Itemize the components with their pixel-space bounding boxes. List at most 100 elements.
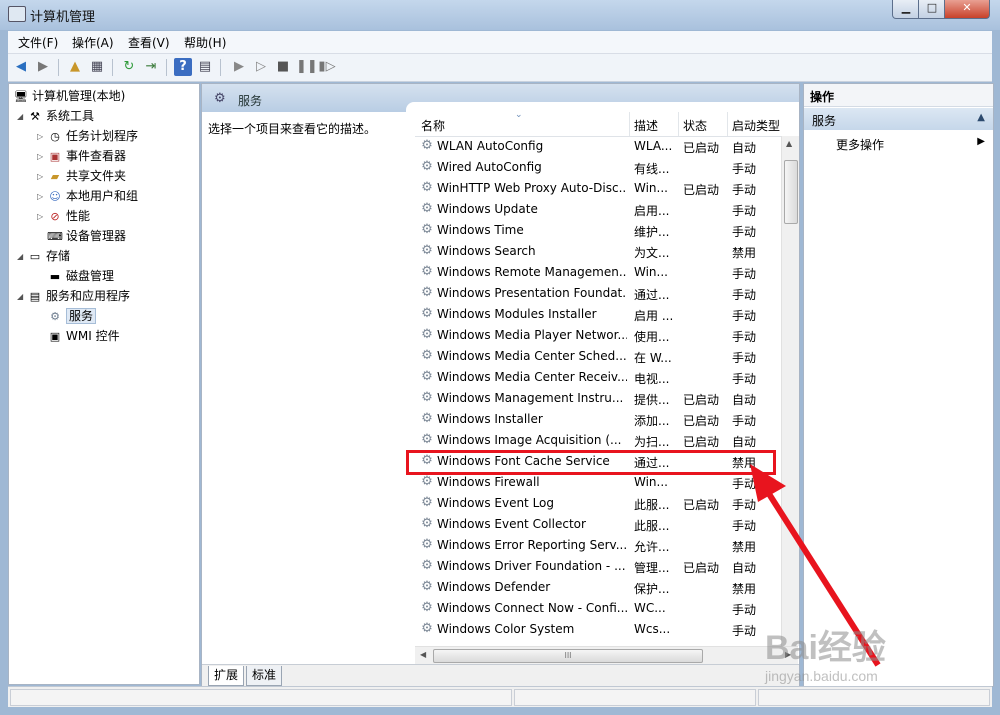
table-row[interactable]: ⚙ Windows Remote Managemen... Win... 手动 — [415, 262, 781, 283]
tab-standard[interactable]: 标准 — [246, 666, 283, 686]
export-list-icon[interactable]: ⇥ — [142, 58, 160, 76]
service-description: 为扫... — [634, 435, 670, 449]
close-button[interactable]: ✕ — [944, 0, 990, 19]
service-startup-type: 手动 — [732, 183, 757, 197]
tab-extended[interactable]: 扩展 — [208, 666, 245, 686]
column-desc[interactable]: 描述 — [634, 117, 658, 134]
collapse-arrow-icon[interactable]: ◢ — [17, 252, 27, 261]
minimize-button[interactable]: ▁ — [892, 0, 920, 19]
tools-icon: ⚒ — [30, 109, 40, 123]
service-gear-icon: ⚙ — [421, 138, 433, 153]
tree-root[interactable]: 🖥 计算机管理(本地) — [13, 87, 125, 105]
service-description: 启用... — [634, 204, 670, 218]
more-actions[interactable]: 更多操作 — [836, 136, 884, 153]
table-row[interactable]: ⚙ Wired AutoConfig 有线... 手动 — [415, 157, 781, 178]
tree-item-event-viewer[interactable]: ▷ ▣ 事件查看器 — [37, 147, 126, 165]
tree-item-services-apps[interactable]: ◢ ▤ 服务和应用程序 — [17, 287, 130, 305]
tree-item-disk-management[interactable]: ▬ 磁盘管理 — [47, 267, 114, 285]
tree-item-system-tools[interactable]: ◢ ⚒ 系统工具 — [17, 107, 94, 125]
expand-arrow-icon[interactable]: ▷ — [37, 152, 47, 161]
tree-item-wmi[interactable]: ▣ WMI 控件 — [47, 327, 120, 345]
table-row[interactable]: ⚙ Windows Management Instru... 提供... 已启动 自动 — [415, 388, 781, 409]
table-row[interactable]: ⚙ Windows Error Reporting Serv... 允许... 禁用 — [415, 535, 781, 556]
service-description: 添加... — [634, 414, 670, 428]
table-row[interactable]: ⚙ Windows Installer 添加... 已启动 手动 — [415, 409, 781, 430]
service-description: 保护... — [634, 582, 670, 596]
gear-icon: ⚙ — [50, 309, 60, 323]
service-name: Windows Management Instru... — [437, 391, 624, 405]
table-row[interactable]: ⚙ Windows Update 启用... 手动 — [415, 199, 781, 220]
service-gear-icon: ⚙ — [421, 579, 433, 594]
table-row[interactable]: ⚙ WLAN AutoConfig WLA... 已启动 自动 — [415, 136, 781, 157]
stop-service-icon[interactable]: ■ — [274, 58, 292, 76]
table-row[interactable]: ⚙ Windows Connect Now - Confi... WC... 手动 — [415, 598, 781, 619]
menu-action[interactable]: 操作(A) — [72, 34, 114, 51]
expand-arrow-icon[interactable]: ▷ — [37, 132, 47, 141]
pause-service-icon[interactable]: ❚❚ — [296, 58, 318, 76]
navigation-tree: 🖥 计算机管理(本地) ◢ ⚒ 系统工具 ▷ ◷ 任务计划程序 ▷ ▣ 事件查看器 ▷ ▰ 共享文… — [8, 83, 200, 685]
expand-arrow-icon[interactable]: ▷ — [37, 192, 47, 201]
table-row[interactable]: ⚙ Windows Media Center Sched... 在 W... 手动 — [415, 346, 781, 367]
table-row[interactable]: ⚙ Windows Defender 保护... 禁用 — [415, 577, 781, 598]
tree-item-device-manager[interactable]: ⌨ 设备管理器 — [47, 227, 126, 245]
pane-header: ⚙ 服务 — [202, 84, 799, 112]
expand-arrow-icon[interactable]: ▷ — [37, 212, 47, 221]
tree-item-local-users[interactable]: ▷ ☺ 本地用户和组 — [37, 187, 138, 205]
properties-icon[interactable]: ▤ — [196, 58, 214, 76]
menu-file[interactable]: 文件(F) — [18, 34, 58, 51]
show-hide-tree-icon[interactable]: ▦ — [88, 58, 106, 76]
table-row[interactable]: ⚙ Windows Search 为文... 禁用 — [415, 241, 781, 262]
refresh-icon[interactable]: ↻ — [120, 58, 138, 76]
back-icon[interactable]: ◀ — [12, 58, 30, 76]
tree-item-performance[interactable]: ▷ ⊘ 性能 — [37, 207, 90, 225]
scroll-left-icon[interactable]: ◀ — [420, 650, 426, 659]
tree-item-services[interactable]: ⚙ 服务 — [47, 307, 97, 325]
title-bar[interactable]: 计算机管理 ▁ □ ✕ — [0, 0, 1000, 30]
vertical-scroll-thumb[interactable] — [784, 160, 798, 224]
menu-view[interactable]: 查看(V) — [128, 34, 170, 51]
start-service-alt-icon[interactable]: ▷ — [252, 58, 270, 76]
table-row[interactable]: ⚙ Windows Color System Wcs... 手动 — [415, 619, 781, 640]
column-status[interactable]: 状态 — [683, 117, 707, 134]
service-gear-icon: ⚙ — [421, 159, 433, 174]
table-row[interactable]: ⚙ WinHTTP Web Proxy Auto-Disc... Win... 已启动… — [415, 178, 781, 199]
menu-help[interactable]: 帮助(H) — [184, 34, 226, 51]
start-service-icon[interactable]: ▶ — [230, 58, 248, 76]
help-icon[interactable]: ? — [174, 58, 192, 76]
tree-item-task-scheduler[interactable]: ▷ ◷ 任务计划程序 — [37, 127, 138, 145]
horizontal-scrollbar[interactable]: ◀ III ▶ — [415, 646, 798, 664]
service-status: 已启动 — [683, 561, 720, 575]
table-row[interactable]: ⚙ Windows Modules Installer 启用 ... 手动 — [415, 304, 781, 325]
column-startup[interactable]: 启动类型 — [732, 117, 780, 134]
tree-item-shared-folders[interactable]: ▷ ▰ 共享文件夹 — [37, 167, 126, 185]
maximize-button[interactable]: □ — [918, 0, 946, 19]
service-description: 管理... — [634, 561, 670, 575]
table-row[interactable]: ⚙ Windows Time 维护... 手动 — [415, 220, 781, 241]
actions-section-services[interactable]: 服务 ▲ — [804, 108, 993, 130]
service-name: Windows Event Collector — [437, 517, 586, 531]
table-row[interactable]: ⚙ Windows Event Log 此服... 已启动 手动 — [415, 493, 781, 514]
column-name[interactable]: 名称 — [421, 117, 445, 134]
table-row[interactable]: ⚙ Windows Presentation Foundat... 通过... 手动 — [415, 283, 781, 304]
expand-arrow-icon[interactable]: ▷ — [37, 172, 47, 181]
service-status: 已启动 — [683, 414, 720, 428]
forward-icon[interactable]: ▶ — [34, 58, 52, 76]
restart-service-icon[interactable]: ▮▷ — [318, 58, 336, 76]
table-row[interactable]: ⚙ Windows Firewall Win... 手动 — [415, 472, 781, 493]
service-name: Windows Event Log — [437, 496, 555, 510]
horizontal-scroll-thumb[interactable]: III — [433, 649, 703, 663]
vertical-scrollbar[interactable]: ▲ — [781, 136, 799, 646]
table-row[interactable]: ⚙ Windows Event Collector 此服... 手动 — [415, 514, 781, 535]
tree-item-storage[interactable]: ◢ ▭ 存储 — [17, 247, 70, 265]
service-description: Win... — [634, 475, 668, 489]
table-row[interactable]: ⚙ Windows Driver Foundation - ... 管理... 已启动… — [415, 556, 781, 577]
collapse-arrow-icon[interactable]: ◢ — [17, 112, 27, 121]
table-row[interactable]: ⚙ Windows Media Center Receiv... 电视... 手动 — [415, 367, 781, 388]
collapse-section-icon[interactable]: ▲ — [977, 112, 985, 123]
table-row[interactable]: ⚙ Windows Image Acquisition (... 为扫... 已启动自… — [415, 430, 781, 451]
collapse-arrow-icon[interactable]: ◢ — [17, 292, 27, 301]
service-startup-type: 禁用 — [732, 540, 757, 554]
up-folder-icon[interactable]: ▲ — [66, 58, 84, 76]
table-row[interactable]: ⚙ Windows Media Player Networ... 使用... 手动 — [415, 325, 781, 346]
scroll-up-icon[interactable]: ▲ — [786, 139, 792, 148]
